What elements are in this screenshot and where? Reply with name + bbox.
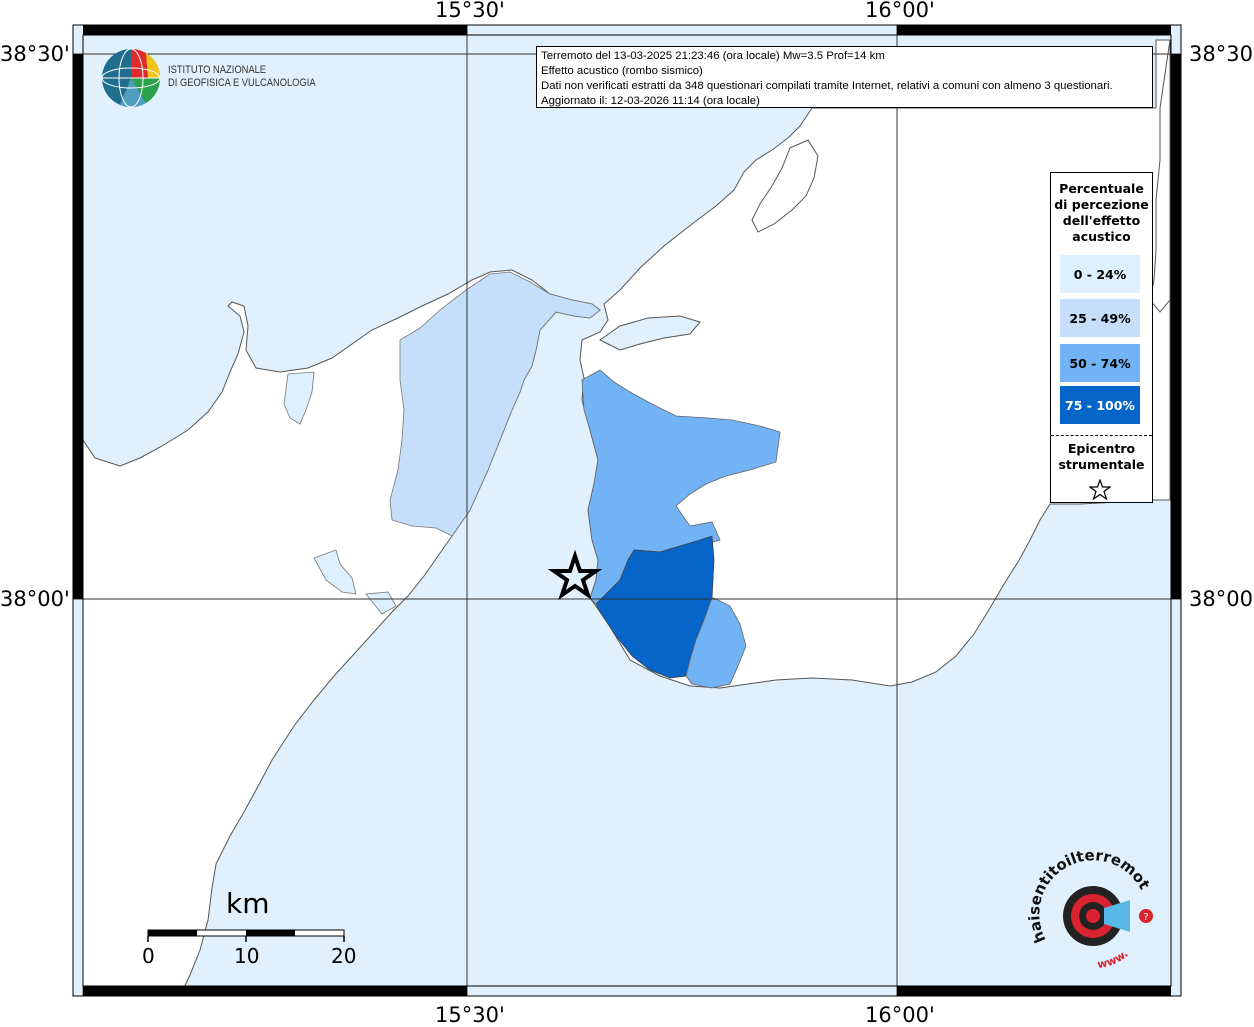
- legend: Percentuale di percezione dell'effetto a…: [1050, 172, 1153, 503]
- legend-separator: [1051, 435, 1152, 436]
- scale-unit: km: [226, 887, 270, 920]
- legend-class-50-74: 50 - 74%: [1060, 344, 1140, 382]
- legend-title: Percentuale di percezione dell'effetto a…: [1051, 173, 1152, 245]
- lat-label-right-bottom: 38°00': [1189, 587, 1254, 611]
- scale-tick-20: 20: [331, 944, 357, 968]
- legend-star-icon: [1089, 479, 1111, 501]
- lat-label-left-top: 38°30': [0, 42, 70, 66]
- legend-class-75-100: 75 - 100%: [1060, 386, 1140, 424]
- ingv-line2: DI GEOFISICA E VULCANOLOGIA: [168, 77, 316, 89]
- legend-class-0-24: 0 - 24%: [1060, 255, 1140, 293]
- legend-class-25-49: 25 - 49%: [1060, 299, 1140, 337]
- lat-label-right-top: 38°30': [1189, 42, 1254, 66]
- ingv-logo-text: ISTITUTO NAZIONALE DI GEOFISICA E VULCAN…: [168, 64, 316, 90]
- lon-label-bottom-left: 15°30': [435, 1003, 505, 1027]
- legend-title-4: acustico: [1072, 229, 1131, 244]
- legend-title-1: Percentuale: [1059, 181, 1144, 196]
- legend-title-2: di percezione: [1054, 197, 1149, 212]
- intensity-map: ? haisentitoilterremoto.it www.: [0, 0, 1182, 997]
- ingv-line1: ISTITUTO NAZIONALE: [168, 64, 267, 76]
- ingv-logo-icon: [101, 48, 161, 108]
- scale-tick-10: 10: [234, 944, 260, 968]
- legend-epi-1: Epicentro: [1067, 441, 1136, 456]
- event-info-box: Terremoto del 13-03-2025 21:23:46 (ora l…: [536, 46, 1153, 108]
- scale-tick-0: 0: [142, 944, 155, 968]
- lon-label-top-left: 15°30': [435, 0, 505, 22]
- svg-text:?: ?: [1143, 912, 1148, 923]
- legend-title-3: dell'effetto: [1062, 213, 1141, 228]
- lat-label-left-bottom: 38°00': [0, 587, 70, 611]
- updated-line: Aggiornato il: 12-03-2026 11:14 (ora loc…: [541, 95, 760, 107]
- data-note-line: Dati non verificati estratti da 348 ques…: [541, 80, 1113, 92]
- effect-line: Effetto acustico (rombo sismico): [541, 65, 703, 77]
- lon-label-bottom-right: 16°00': [865, 1003, 935, 1027]
- legend-epicenter-label: Epicentro strumentale: [1051, 441, 1152, 473]
- event-line: Terremoto del 13-03-2025 21:23:46 (ora l…: [541, 50, 885, 62]
- lon-label-top-right: 16°00': [865, 0, 935, 22]
- legend-epi-2: strumentale: [1058, 457, 1145, 472]
